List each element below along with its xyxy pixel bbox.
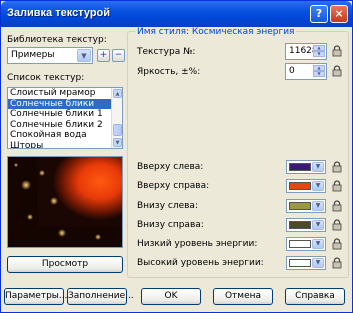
list-item[interactable]: Солнечные блики 1	[8, 109, 122, 120]
texture-number-field[interactable]: 11628 ▲ ▼	[285, 43, 327, 60]
list-item[interactable]: Солнечные блики	[8, 98, 122, 109]
stepper-down-icon[interactable]: ▼	[313, 71, 325, 77]
lock-icon[interactable]	[332, 65, 342, 77]
color-swatch	[289, 221, 311, 229]
texture-list-items: Слоистый мрамор Солнечные блики Солнечные …	[8, 88, 122, 149]
chevron-down-icon[interactable]: ▼	[312, 162, 324, 172]
lock-icon[interactable]	[332, 45, 342, 57]
texture-listbox[interactable]: Слоистый мрамор Солнечные блики Солнечные …	[7, 87, 123, 149]
chevron-down-icon[interactable]: ▼	[312, 220, 324, 230]
texture-list-label: Список текстур:	[7, 73, 85, 83]
library-value: Примеры	[11, 50, 55, 60]
color-label: Внизу слева:	[137, 201, 198, 211]
texture-fill-dialog: Заливка текстурой ? × Библиотека текстур…	[0, 0, 353, 313]
lock-icon[interactable]	[332, 180, 342, 192]
preview-button[interactable]: Просмотр	[7, 256, 123, 273]
scroll-thumb[interactable]	[113, 124, 122, 136]
texture-preview	[7, 156, 123, 248]
texture-number-stepper[interactable]: ▲ ▼	[313, 45, 325, 58]
fill-button[interactable]: Заполнение...	[67, 288, 134, 305]
texture-number-label: Текстура №:	[137, 47, 196, 57]
help-button[interactable]: Справка	[285, 288, 345, 305]
brightness-field[interactable]: 0 ▲ ▼	[285, 63, 327, 80]
chevron-down-icon[interactable]: ▼	[312, 239, 324, 249]
color-swatch	[289, 259, 311, 267]
add-library-button[interactable]: +	[97, 49, 110, 62]
chevron-down-icon[interactable]: ▼	[312, 258, 324, 268]
style-name-legend: Имя стиля: Космическая энергия	[135, 27, 297, 37]
brightness-value: 0	[289, 66, 295, 76]
ok-button[interactable]: OK	[141, 288, 201, 305]
cancel-button[interactable]: Отмена	[213, 288, 273, 305]
remove-library-button[interactable]: −	[112, 49, 125, 62]
color-picker[interactable]: ▼	[286, 237, 326, 251]
color-label: Вверху слева:	[137, 162, 204, 172]
scroll-down-icon[interactable]: ▼	[113, 138, 122, 147]
close-icon[interactable]: ×	[330, 5, 348, 23]
window-title: Заливка текстурой	[7, 7, 111, 19]
color-label: Высокий уровень энергии:	[137, 258, 264, 268]
list-item[interactable]: Слоистый мрамор	[8, 88, 122, 99]
color-swatch	[289, 182, 311, 190]
title-bar[interactable]: Заливка текстурой ? ×	[1, 1, 352, 27]
color-picker[interactable]: ▼	[286, 199, 326, 213]
color-swatch	[289, 202, 311, 210]
library-select[interactable]: Примеры ▼	[7, 47, 93, 64]
color-label: Внизу справа:	[137, 220, 204, 230]
help-icon[interactable]: ?	[310, 5, 328, 23]
color-swatch	[289, 240, 311, 248]
lock-icon[interactable]	[332, 161, 342, 173]
chevron-down-icon[interactable]: ▼	[77, 49, 91, 62]
chevron-down-icon[interactable]: ▼	[312, 201, 324, 211]
scroll-up-icon[interactable]: ▲	[113, 89, 122, 98]
color-picker[interactable]: ▼	[286, 179, 326, 193]
library-label: Библиотека текстур:	[7, 35, 107, 45]
color-picker[interactable]: ▼	[286, 256, 326, 270]
stepper-down-icon[interactable]: ▼	[313, 51, 325, 57]
color-label: Вверху справа:	[137, 181, 210, 191]
lock-icon[interactable]	[332, 219, 342, 231]
list-item[interactable]: Шторы	[8, 141, 122, 149]
color-picker[interactable]: ▼	[286, 218, 326, 232]
lock-icon[interactable]	[332, 200, 342, 212]
color-picker[interactable]: ▼	[286, 160, 326, 174]
chevron-down-icon[interactable]: ▼	[312, 181, 324, 191]
list-item[interactable]: Спокойная вода	[8, 130, 122, 141]
color-label: Низкий уровень энергии:	[137, 239, 258, 249]
list-item[interactable]: Солнечные блики 2	[8, 120, 122, 131]
brightness-label: Яркость, ±%:	[137, 67, 201, 77]
color-swatch	[289, 163, 311, 171]
list-scrollbar[interactable]: ▲ ▼	[111, 88, 122, 148]
params-button[interactable]: Параметры...	[4, 288, 67, 305]
texture-preview-image	[8, 157, 122, 247]
brightness-stepper[interactable]: ▲ ▼	[313, 65, 325, 78]
lock-icon[interactable]	[332, 257, 342, 269]
lock-icon[interactable]	[332, 238, 342, 250]
